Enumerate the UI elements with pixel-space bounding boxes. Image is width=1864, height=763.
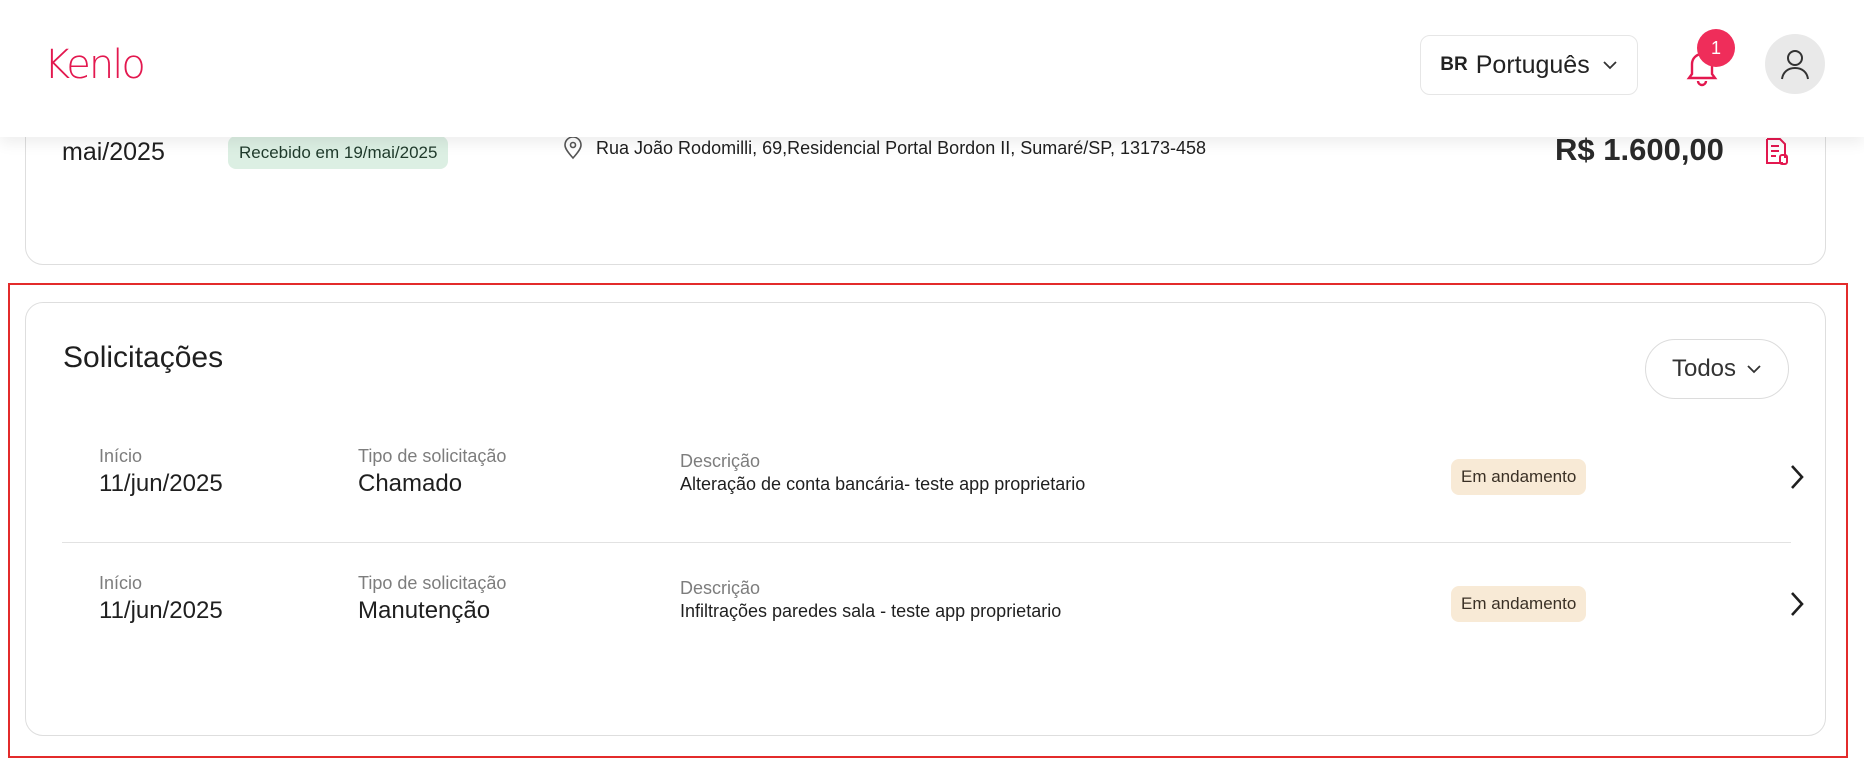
description-label: Descrição (680, 451, 761, 471)
payment-address: Rua João Rodomilli, 69,Residencial Porta… (562, 136, 1206, 160)
status-badge: Em andamento (1451, 459, 1587, 495)
type-value: Manutenção (358, 597, 491, 624)
user-icon (1781, 50, 1809, 80)
chevron-down-icon (1603, 61, 1617, 70)
chevron-down-icon (1747, 365, 1761, 374)
requests-title: Solicitações (63, 341, 224, 374)
description-value: Alteração de conta bancária- teste app p… (680, 474, 1086, 494)
description-value: Infiltrações paredes sala - teste app pr… (680, 601, 1062, 621)
status-badge: Em andamento (1451, 586, 1587, 622)
requests-card: Solicitações Todos Início 11/jun/2025 Ti… (25, 302, 1826, 736)
language-selector[interactable]: BR Português (1420, 35, 1638, 95)
start-label: Início (99, 573, 143, 593)
notification-count-badge: 1 (1697, 29, 1735, 67)
start-label: Início (99, 446, 143, 466)
payment-month: mai/2025 (62, 138, 165, 166)
requests-filter-dropdown[interactable]: Todos (1645, 339, 1789, 399)
type-label: Tipo de solicitação (358, 446, 507, 466)
description-label: Descrição (680, 578, 761, 598)
chevron-right-icon[interactable] (1788, 463, 1806, 491)
request-row[interactable]: Início 11/jun/2025 Tipo de solicitação C… (62, 421, 1804, 543)
payment-status-badge: Recebido em 19/mai/2025 (228, 136, 449, 169)
filter-label: Todos (1671, 355, 1737, 382)
type-label: Tipo de solicitação (358, 573, 507, 593)
type-value: Chamado (358, 470, 463, 497)
receipt-icon[interactable] (1762, 136, 1790, 171)
language-label: Português (1475, 50, 1590, 79)
flag-br-icon: BR (1440, 54, 1468, 75)
user-avatar[interactable] (1765, 34, 1825, 94)
start-value: 11/jun/2025 (99, 470, 223, 497)
start-value: 11/jun/2025 (99, 597, 223, 624)
payment-address-text: Rua João Rodomilli, 69,Residencial Porta… (596, 137, 1207, 158)
request-row[interactable]: Início 11/jun/2025 Tipo de solicitação M… (62, 548, 1804, 670)
top-bar: Kenlo BR Português 1 (0, 0, 1864, 137)
location-pin-icon (564, 136, 582, 160)
kenlo-logo[interactable]: Kenlo (44, 42, 146, 88)
payment-amount: R$ 1.600,00 (1555, 132, 1724, 167)
chevron-right-icon[interactable] (1788, 590, 1806, 618)
